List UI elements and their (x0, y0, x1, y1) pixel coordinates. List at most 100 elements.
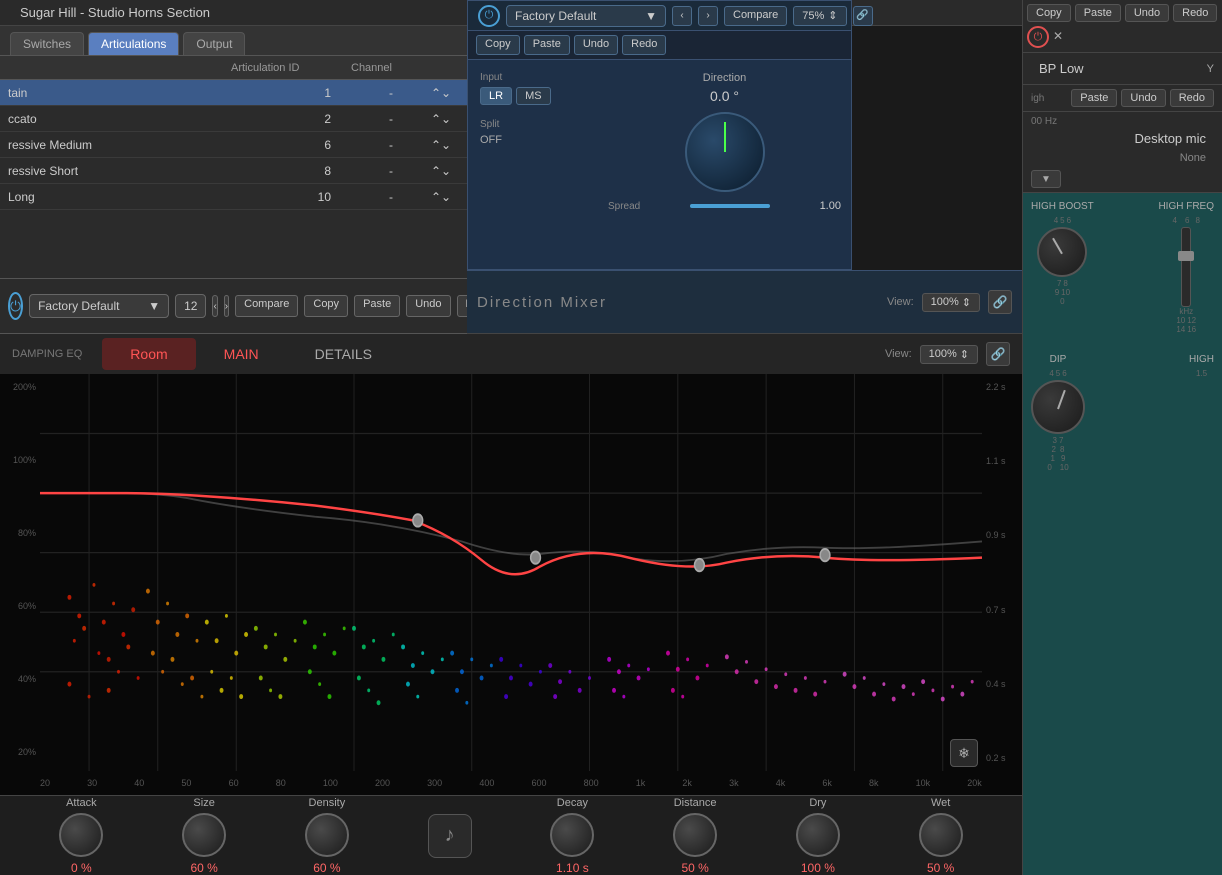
wet-knob[interactable] (919, 813, 963, 857)
close-button-right[interactable]: ✕ (1053, 29, 1069, 45)
scatter-button[interactable]: ❄ (950, 739, 978, 767)
row-arrows[interactable]: ⌃⌄ (431, 164, 461, 178)
tab-output[interactable]: Output (183, 32, 245, 55)
table-row[interactable]: Long 10 - ⌃⌄ (0, 184, 469, 210)
table-row[interactable]: ccato 2 - ⌃⌄ (0, 106, 469, 132)
row-id: 10 (231, 190, 351, 204)
dropdown-btn-right[interactable]: ▼ (1031, 170, 1061, 188)
high-boost-knob[interactable] (1037, 227, 1087, 277)
undo-button-top[interactable]: Undo (574, 35, 618, 55)
zoom-button-center[interactable]: 75% ⇕ (793, 6, 846, 26)
preset-dropdown-left[interactable]: Factory Default ▼ (29, 294, 169, 318)
tab-main[interactable]: MAIN (196, 338, 287, 370)
dry-label: Dry (809, 797, 826, 809)
dip-knob[interactable] (1031, 380, 1085, 434)
attack-knob[interactable] (59, 813, 103, 857)
dip-scale-5: 5 (1056, 369, 1060, 378)
ms-button[interactable]: MS (516, 87, 551, 105)
tab-room[interactable]: Room (102, 338, 195, 370)
row-id: 6 (231, 138, 351, 152)
x-4k: 4k (776, 778, 786, 788)
row-arrows[interactable]: ⌃⌄ (431, 112, 461, 126)
lr-button[interactable]: LR (480, 87, 512, 105)
paste-button-top[interactable]: Paste (524, 35, 570, 55)
eq-point-1[interactable] (413, 514, 423, 526)
density-label: Density (309, 797, 346, 809)
density-knob[interactable] (305, 813, 349, 857)
link-button-center[interactable]: 🔗 (853, 6, 873, 26)
table-row[interactable]: tain 1 - ⌃⌄ (0, 80, 469, 106)
row-arrows[interactable]: ⌃⌄ (431, 86, 461, 100)
row-arrows[interactable]: ⌃⌄ (431, 138, 461, 152)
dip-scale-2: 2 (1052, 445, 1056, 454)
link-button-reverb[interactable]: 🔗 (986, 342, 1010, 366)
undo-button-right[interactable]: Undo (1125, 4, 1169, 22)
paste-btn-2[interactable]: Paste (1071, 89, 1117, 107)
row-arrows[interactable]: ⌃⌄ (431, 190, 461, 204)
compare-button-left[interactable]: Compare (235, 295, 298, 317)
table-row[interactable]: ressive Short 8 - ⌃⌄ (0, 158, 469, 184)
size-label: Size (193, 797, 214, 809)
y-label-right: Y (1207, 63, 1214, 75)
row-id: 8 (231, 164, 351, 178)
scale-9: 9 (1055, 288, 1059, 297)
direction-knob[interactable] (685, 112, 765, 192)
copy-button-top[interactable]: Copy (476, 35, 520, 55)
input-section: Input LR MS (480, 72, 586, 105)
t-0.7: 0.7 s (986, 605, 1018, 615)
hf-scale-8: 8 (1195, 216, 1199, 225)
x-600: 600 (531, 778, 546, 788)
table-row[interactable]: ressive Medium 6 - ⌃⌄ (0, 132, 469, 158)
link-button-view[interactable]: 🔗 (988, 290, 1012, 314)
row-channel: - (351, 138, 431, 152)
dry-value: 100 % (801, 861, 835, 875)
dry-knob[interactable] (796, 813, 840, 857)
direction-knob-dial[interactable] (685, 112, 765, 192)
view-pct-button[interactable]: 100% ⇕ (922, 293, 980, 312)
high-freq-slider-thumb[interactable] (1178, 251, 1194, 261)
redo-button-top[interactable]: Redo (622, 35, 666, 55)
direction-label: Direction (703, 72, 746, 84)
nav-prev-left[interactable]: ‹ (212, 295, 217, 317)
music-note-icon: ♪ (428, 814, 472, 858)
direction-mixer-title: Direction Mixer (477, 294, 607, 311)
paste-button-left[interactable]: Paste (354, 295, 400, 317)
reverb-main-panel: DAMPING EQ Room MAIN DETAILS View: 100% … (0, 334, 1022, 795)
dip-scale-0: 0 (1047, 463, 1051, 472)
power-button-center[interactable]: ⏻ (478, 5, 500, 27)
eq-point-2[interactable] (531, 551, 541, 563)
undo-button-left[interactable]: Undo (406, 295, 450, 317)
right-knobs-content: HIGH BOOST 4 5 6 7 8 9 10 (1023, 193, 1222, 875)
row-id: 2 (231, 112, 351, 126)
nav-next-center[interactable]: › (698, 6, 718, 26)
dropdown-arrow-left: ▼ (148, 299, 160, 313)
high-freq-slider[interactable] (1181, 227, 1191, 307)
scale-4: 4 (1054, 216, 1058, 225)
compare-button-center[interactable]: Compare (724, 6, 787, 26)
spread-slider[interactable] (690, 204, 770, 208)
eq-point-4[interactable] (694, 559, 704, 571)
eq-point-3[interactable] (820, 549, 830, 561)
t-axis-labels: 2.2 s 1.1 s 0.9 s 0.7 s 0.4 s 0.2 s (982, 374, 1022, 771)
preset-dropdown-center[interactable]: Factory Default ▼ (506, 5, 666, 27)
paste-button-right[interactable]: Paste (1075, 4, 1121, 22)
redo-button-right[interactable]: Redo (1173, 4, 1217, 22)
redo-btn-2[interactable]: Redo (1170, 89, 1214, 107)
power-button-left[interactable]: ⏻ (8, 292, 23, 320)
dip-label: DIP (1050, 354, 1067, 365)
tab-switches[interactable]: Switches (10, 32, 84, 55)
undo-btn-2[interactable]: Undo (1121, 89, 1165, 107)
nav-next-left[interactable]: › (224, 295, 229, 317)
tab-details[interactable]: DETAILS (287, 338, 400, 370)
copy-button-right[interactable]: Copy (1027, 4, 1071, 22)
power-icon-left: ⏻ (10, 298, 21, 315)
distance-knob[interactable] (673, 813, 717, 857)
decay-knob[interactable] (550, 813, 594, 857)
y-axis-labels: 200% 100% 80% 60% 40% 20% (0, 374, 40, 765)
size-knob[interactable] (182, 813, 226, 857)
copy-button-left[interactable]: Copy (304, 295, 348, 317)
power-button-right[interactable]: ⏻ (1027, 26, 1049, 48)
view-pct-reverb[interactable]: 100% ⇕ (920, 345, 978, 364)
tab-articulations[interactable]: Articulations (88, 32, 179, 55)
nav-prev-center[interactable]: ‹ (672, 6, 692, 26)
